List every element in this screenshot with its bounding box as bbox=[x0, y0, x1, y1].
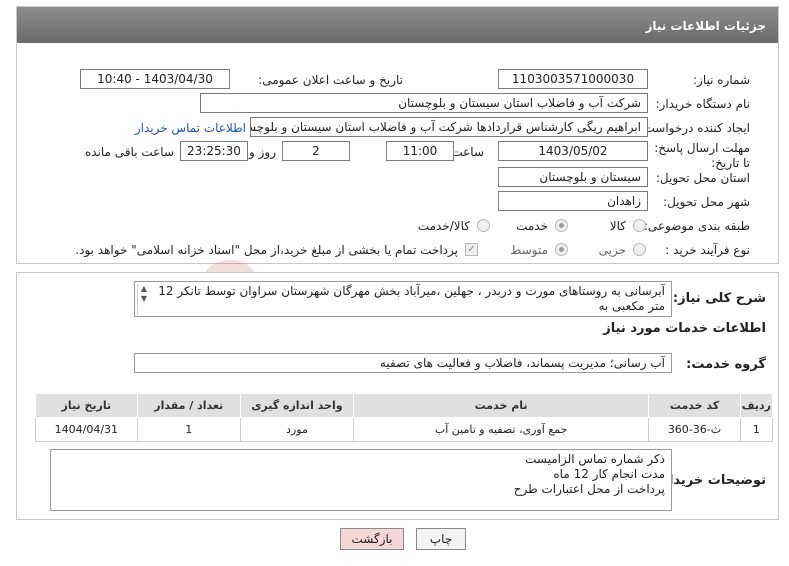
creator-field: ابراهیم ریگی کارشناس قراردادها شرکت آب و… bbox=[250, 117, 648, 137]
province-field: سیستان و بلوچستان bbox=[498, 167, 648, 187]
payment-note: پرداخت تمام یا بخشی از مبلغ خرید،از محل … bbox=[75, 243, 458, 257]
buyer-field: شرکت آب و فاضلاب استان سیستان و بلوچستان bbox=[200, 93, 648, 113]
remaining-label: ساعت باقی مانده bbox=[84, 145, 174, 159]
deadline-date-field: 1403/05/02 bbox=[498, 141, 648, 161]
creator-label: ایجاد کننده درخواست: bbox=[639, 121, 750, 135]
need-number-field: 1103003571000030 bbox=[498, 69, 648, 89]
summary-label: شرح کلی نیاز: bbox=[672, 291, 766, 306]
city-field: زاهدان bbox=[498, 191, 648, 211]
row-city: شهر محل تحویل: زاهدان bbox=[17, 191, 778, 213]
row-deadline: مهلت ارسال پاسخ: تا تاریخ: 1403/05/02 سا… bbox=[17, 141, 778, 170]
col-date: تاریخ نیاز bbox=[35, 393, 138, 418]
radio-partial[interactable] bbox=[633, 243, 646, 256]
row-category: طبقه بندی موضوعی: کالا خدمت کالا/خدمت bbox=[17, 215, 778, 237]
radio-partial-label: جزیی bbox=[598, 243, 626, 257]
services-heading: اطلاعات خدمات مورد نیاز bbox=[603, 321, 766, 336]
back-button[interactable]: بازگشت bbox=[340, 528, 404, 550]
services-table: ردیف کد خدمت نام خدمت واحد اندازه گیری ت… bbox=[35, 393, 774, 442]
province-label: استان محل تحویل: bbox=[655, 171, 750, 185]
row-creator: ایجاد کننده درخواست: ابراهیم ریگی کارشنا… bbox=[17, 117, 778, 139]
announce-label: تاریخ و ساعت اعلان عمومی: bbox=[258, 73, 403, 87]
col-name: نام خدمت bbox=[353, 393, 650, 418]
buyer-note-line: پرداخت از محل اعتبارات طرح bbox=[513, 482, 665, 496]
col-qty: تعداد / مقدار bbox=[136, 393, 241, 418]
category-label: طبقه بندی موضوعی: bbox=[643, 219, 750, 233]
radio-goods-service[interactable] bbox=[477, 219, 490, 232]
buyer-note-line: مدت انجام کار 12 ماه bbox=[553, 467, 665, 481]
summary-text: آبرسانی به روستاهای مورت و دربدر ، جهلین… bbox=[158, 284, 665, 313]
need-number-label: شماره نیاز: bbox=[693, 73, 750, 87]
cell-unit: مورد bbox=[239, 417, 355, 442]
city-label: شهر محل تحویل: bbox=[663, 195, 750, 209]
table-row: 1 ث-36-360 جمع آوری، تصفیه و تامین آب مو… bbox=[35, 417, 774, 442]
buyer-notes-textarea[interactable]: ذکر شماره تماس الزامیست مدت انجام کار 12… bbox=[50, 449, 672, 511]
col-unit: واحد اندازه گیری bbox=[239, 393, 355, 418]
summary-scrollbar[interactable]: ▲ ▼ bbox=[137, 284, 150, 315]
need-details-panel: جزئیات اطلاعات نیاز شماره نیاز: 11030035… bbox=[16, 6, 779, 264]
row-need-number: شماره نیاز: 1103003571000030 تاریخ و ساع… bbox=[17, 69, 778, 91]
service-details-panel: شرح کلی نیاز: آبرسانی به روستاهای مورت و… bbox=[16, 272, 779, 520]
radio-goods-label: کالا bbox=[609, 219, 626, 233]
print-button[interactable]: چاپ bbox=[416, 528, 466, 550]
days-label: روز و bbox=[249, 145, 276, 159]
remaining-time-field: 23:25:30 bbox=[180, 141, 248, 161]
buyer-notes-label: توضیحات خریدار: bbox=[656, 473, 766, 488]
summary-textarea[interactable]: آبرسانی به روستاهای مورت و دربدر ، جهلین… bbox=[134, 281, 672, 317]
panel-title: جزئیات اطلاعات نیاز bbox=[17, 7, 778, 43]
radio-goods[interactable] bbox=[633, 219, 646, 232]
deadline-time-field: 11:00 bbox=[386, 141, 454, 161]
treasury-checkbox[interactable]: ✓ bbox=[465, 243, 478, 256]
announce-field: 1403/04/30 - 10:40 bbox=[80, 69, 230, 89]
radio-medium-label: متوسط bbox=[510, 243, 548, 257]
col-code: کد خدمت bbox=[648, 393, 741, 418]
row-process: نوع فرآیند خرید : جزیی متوسط ✓ پرداخت تم… bbox=[17, 239, 778, 261]
row-buyer: نام دستگاه خریدار: شرکت آب و فاضلاب استا… bbox=[17, 93, 778, 115]
contact-info-link[interactable]: اطلاعات تماس خریدار bbox=[135, 121, 246, 135]
radio-service[interactable] bbox=[555, 219, 568, 232]
radio-service-label: خدمت bbox=[516, 219, 548, 233]
time-label: ساعت bbox=[451, 145, 484, 159]
cell-row: 1 bbox=[739, 417, 774, 442]
process-label: نوع فرآیند خرید : bbox=[665, 243, 750, 257]
radio-medium[interactable] bbox=[555, 243, 568, 256]
cell-date: 1404/04/31 bbox=[35, 417, 138, 442]
buyer-note-line: ذکر شماره تماس الزامیست bbox=[525, 452, 665, 466]
row-province: استان محل تحویل: سیستان و بلوچستان bbox=[17, 167, 778, 189]
buyer-label: نام دستگاه خریدار: bbox=[655, 97, 751, 111]
days-field: 2 bbox=[282, 141, 350, 161]
cell-name: جمع آوری، تصفیه و تامین آب bbox=[353, 417, 650, 442]
radio-goods-service-label: کالا/خدمت bbox=[417, 219, 470, 233]
table-header-row: ردیف کد خدمت نام خدمت واحد اندازه گیری ت… bbox=[35, 393, 774, 418]
cell-code: ث-36-360 bbox=[648, 417, 741, 442]
service-group-field: آب رسانی؛ مدیریت پسماند، فاضلاب و فعالیت… bbox=[134, 353, 672, 373]
col-row: ردیف bbox=[739, 393, 774, 418]
service-group-label: گروه خدمت: bbox=[686, 357, 766, 372]
cell-qty: 1 bbox=[136, 417, 241, 442]
